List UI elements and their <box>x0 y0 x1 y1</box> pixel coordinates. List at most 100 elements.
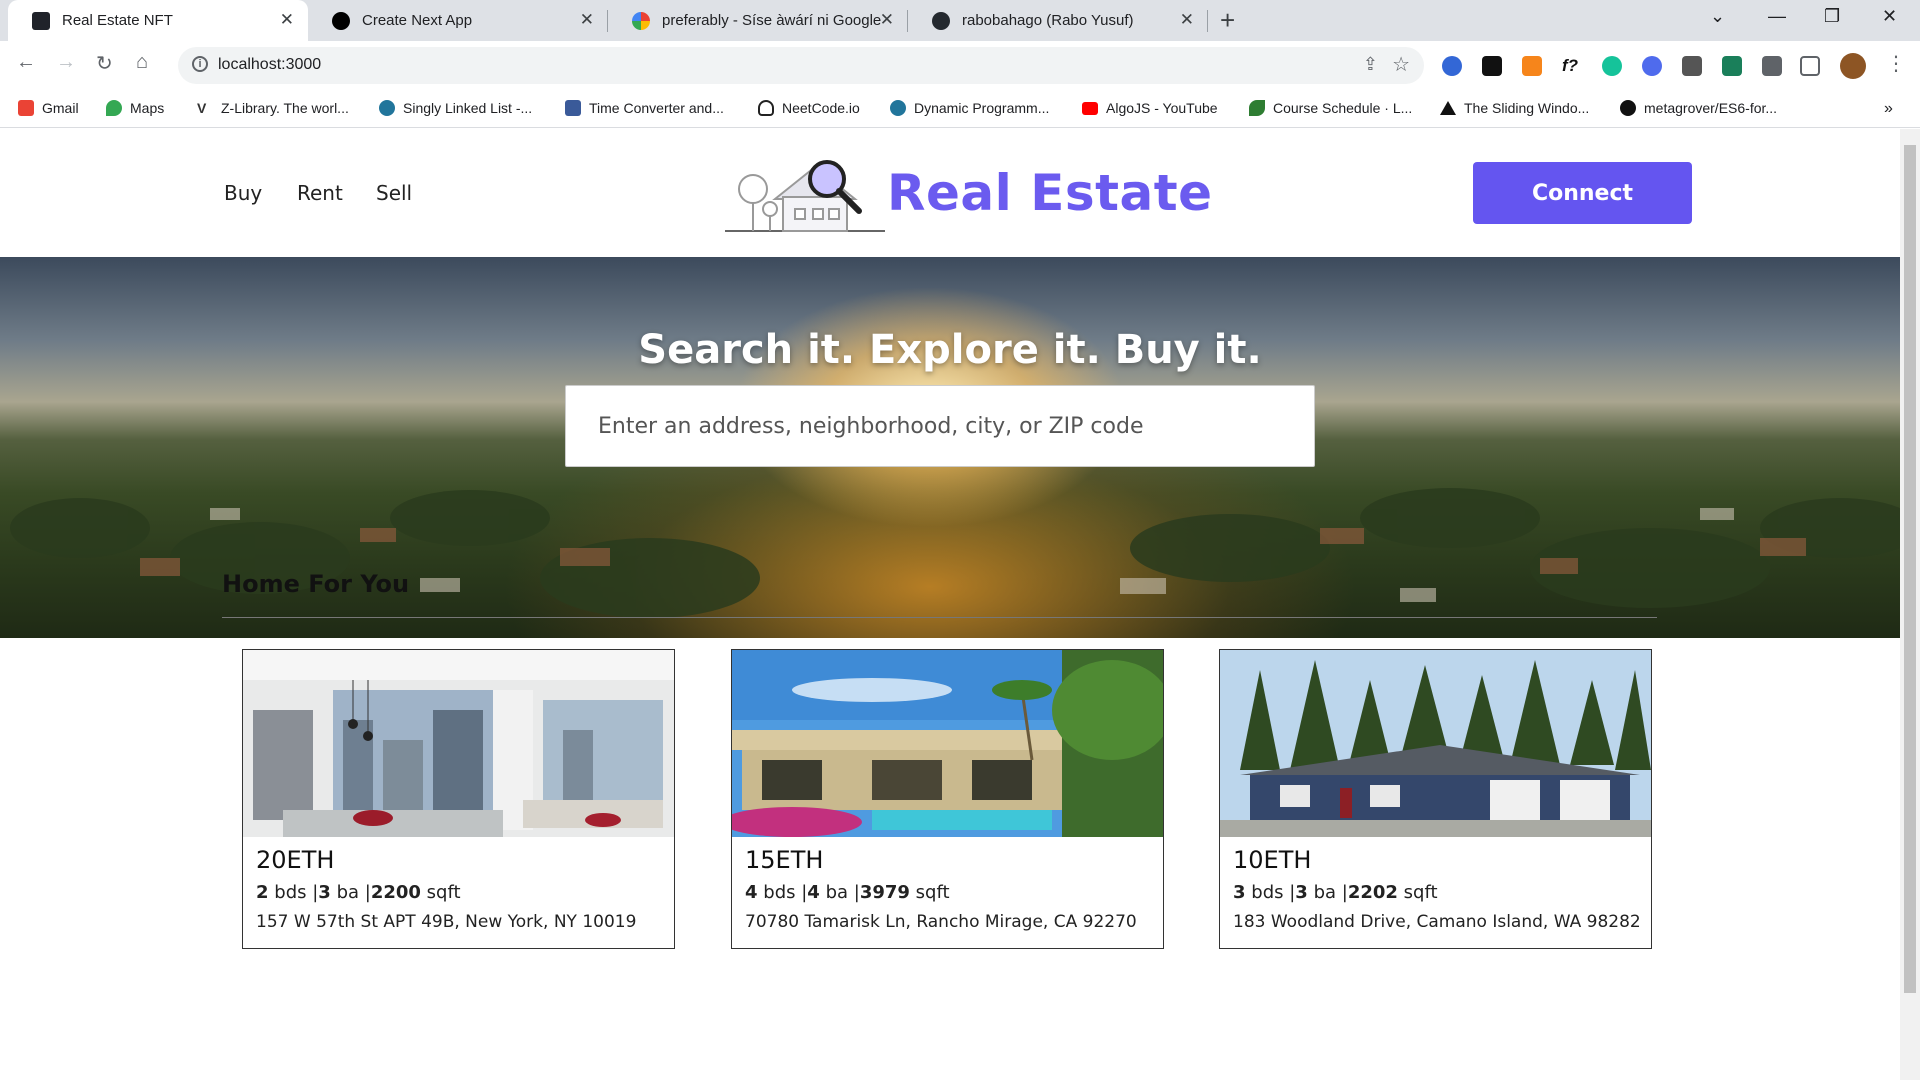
bookmark-dynamic-programming[interactable]: Dynamic Programm... <box>890 100 1049 116</box>
tab-separator <box>1207 10 1208 32</box>
bookmark-maps[interactable]: Maps <box>106 100 164 116</box>
nav-link-rent[interactable]: Rent <box>297 181 343 205</box>
extension-icon[interactable] <box>1642 56 1662 76</box>
bookmark-label: AlgoJS - YouTube <box>1106 100 1218 116</box>
grammarly-icon[interactable] <box>1602 56 1622 76</box>
tab-title: preferably - Síse àwárí ni Google <box>662 12 882 29</box>
extension-icon[interactable] <box>1682 56 1702 76</box>
bookmark-label: Course Schedule · L... <box>1273 100 1413 116</box>
bookmark-course-schedule[interactable]: Course Schedule · L... <box>1249 100 1412 116</box>
home-card[interactable]: 20ETH 2 bds |3 ba |2200 sqft 157 W 57th … <box>242 649 675 949</box>
nav-link-sell[interactable]: Sell <box>376 181 412 205</box>
leaf-icon <box>1249 100 1265 116</box>
nav-link-buy[interactable]: Buy <box>224 181 262 205</box>
browser-toolbar: ← → ↻ ⌂ i localhost:3000 ⇪ ☆ f? ⋮ <box>0 41 1920 90</box>
sqft-unit: sqft <box>426 882 461 903</box>
back-arrow-icon[interactable]: ← <box>16 51 36 74</box>
baths-unit: ba <box>336 882 360 903</box>
bookmark-algojs-youtube[interactable]: AlgoJS - YouTube <box>1082 100 1218 116</box>
extension-icon[interactable] <box>1722 56 1742 76</box>
scrollbar-thumb[interactable] <box>1904 145 1916 993</box>
tab-search-chevron-icon[interactable]: ⌄ <box>1710 6 1725 27</box>
beds-unit: bds <box>1251 882 1284 903</box>
github-icon <box>1620 100 1636 116</box>
home-price: 15ETH <box>745 846 824 874</box>
beds-count: 4 <box>745 882 758 903</box>
beds-unit: bds <box>763 882 796 903</box>
home-address: 157 W 57th St APT 49B, New York, NY 1001… <box>256 912 637 932</box>
site-info-icon[interactable]: i <box>192 56 208 72</box>
tab-github[interactable]: rabobahago (Rabo Yusuf) ✕ <box>908 0 1208 41</box>
tab-real-estate-nft[interactable]: Real Estate NFT ✕ <box>8 0 308 41</box>
forward-arrow-icon[interactable]: → <box>56 51 76 74</box>
bookmark-neetcode[interactable]: NeetCode.io <box>758 100 860 116</box>
bookmark-time-converter[interactable]: Time Converter and... <box>565 100 724 116</box>
baths-unit: ba <box>825 882 849 903</box>
gmail-icon <box>18 100 34 116</box>
share-icon[interactable]: ⇪ <box>1363 54 1378 75</box>
bookmark-singly-linked-list[interactable]: Singly Linked List -... <box>379 100 532 116</box>
metamask-icon[interactable] <box>1522 56 1542 76</box>
extension-icon[interactable] <box>1482 56 1502 76</box>
search-input[interactable] <box>565 385 1315 467</box>
sqft-unit: sqft <box>915 882 950 903</box>
home-card[interactable]: 15ETH 4 bds |4 ba |3979 sqft 70780 Tamar… <box>731 649 1164 949</box>
minimize-button[interactable]: — <box>1768 6 1786 27</box>
home-icon[interactable]: ⌂ <box>136 51 148 74</box>
close-window-button[interactable]: ✕ <box>1882 6 1897 27</box>
menu-kebab-icon[interactable]: ⋮ <box>1886 51 1906 76</box>
baths-unit: ba <box>1313 882 1337 903</box>
tab-create-next-app[interactable]: Create Next App ✕ <box>308 0 608 41</box>
site-navbar: Buy Rent Sell Real Estate Connect <box>0 129 1900 257</box>
bookmark-metagrover[interactable]: metagrover/ES6-for... <box>1620 100 1777 116</box>
section-title: Home For You <box>222 570 410 598</box>
tab-google-search[interactable]: preferably - Síse àwárí ni Google ✕ <box>608 0 908 41</box>
baths-count: 3 <box>1295 882 1308 903</box>
bookmark-sliding-window[interactable]: The Sliding Windo... <box>1440 100 1589 116</box>
react-icon <box>32 11 50 30</box>
bookmark-label: The Sliding Windo... <box>1464 100 1590 116</box>
bookmark-star-icon[interactable]: ☆ <box>1392 52 1410 77</box>
bookmark-label: Gmail <box>42 100 79 116</box>
bookmarks-overflow-chevron-icon[interactable]: » <box>1884 100 1893 118</box>
zlibrary-icon: V <box>197 100 213 116</box>
address-bar[interactable]: i localhost:3000 ⇪ ☆ <box>178 47 1424 84</box>
close-icon[interactable]: ✕ <box>880 10 894 30</box>
youtube-icon <box>1082 101 1098 115</box>
baths-count: 4 <box>807 882 820 903</box>
profile-avatar[interactable] <box>1840 53 1866 79</box>
bookmark-label: Maps <box>130 100 165 116</box>
sqft-count: 3979 <box>859 882 910 903</box>
close-icon[interactable]: ✕ <box>280 10 294 30</box>
beds-count: 3 <box>1233 882 1246 903</box>
home-price: 10ETH <box>1233 846 1312 874</box>
google-icon <box>632 11 650 30</box>
maps-icon <box>106 100 122 116</box>
formula-extension-icon[interactable]: f? <box>1562 56 1582 76</box>
restore-button[interactable]: ❐ <box>1824 6 1840 27</box>
bookmark-zlibrary[interactable]: V Z-Library. The worl... <box>197 100 349 116</box>
page-scrollbar[interactable] <box>1900 129 1920 1080</box>
extension-icon[interactable] <box>1442 56 1462 76</box>
close-icon[interactable]: ✕ <box>1180 10 1194 30</box>
brand-name: Real Estate <box>887 164 1213 222</box>
home-photo-apartment <box>243 650 674 837</box>
close-icon[interactable]: ✕ <box>580 10 594 30</box>
home-card[interactable]: 10ETH 3 bds |3 ba |2202 sqft 183 Woodlan… <box>1219 649 1652 949</box>
puzzle-icon[interactable] <box>1762 56 1782 76</box>
neetcode-icon <box>758 100 774 116</box>
beds-count: 2 <box>256 882 269 903</box>
side-panel-icon[interactable] <box>1800 56 1820 76</box>
beds-unit: bds <box>274 882 307 903</box>
home-photo-villa <box>732 650 1163 837</box>
home-address: 70780 Tamarisk Ln, Rancho Mirage, CA 922… <box>745 912 1137 932</box>
new-tab-button[interactable]: + <box>1220 5 1235 36</box>
connect-button[interactable]: Connect <box>1473 162 1692 224</box>
github-icon <box>932 11 950 30</box>
sqft-unit: sqft <box>1403 882 1438 903</box>
bookmark-label: Dynamic Programm... <box>914 100 1050 116</box>
reload-icon[interactable]: ↻ <box>96 51 113 76</box>
bookmark-gmail[interactable]: Gmail <box>18 100 79 116</box>
brand[interactable]: Real Estate <box>725 151 1213 235</box>
wordpress-icon <box>379 100 395 116</box>
